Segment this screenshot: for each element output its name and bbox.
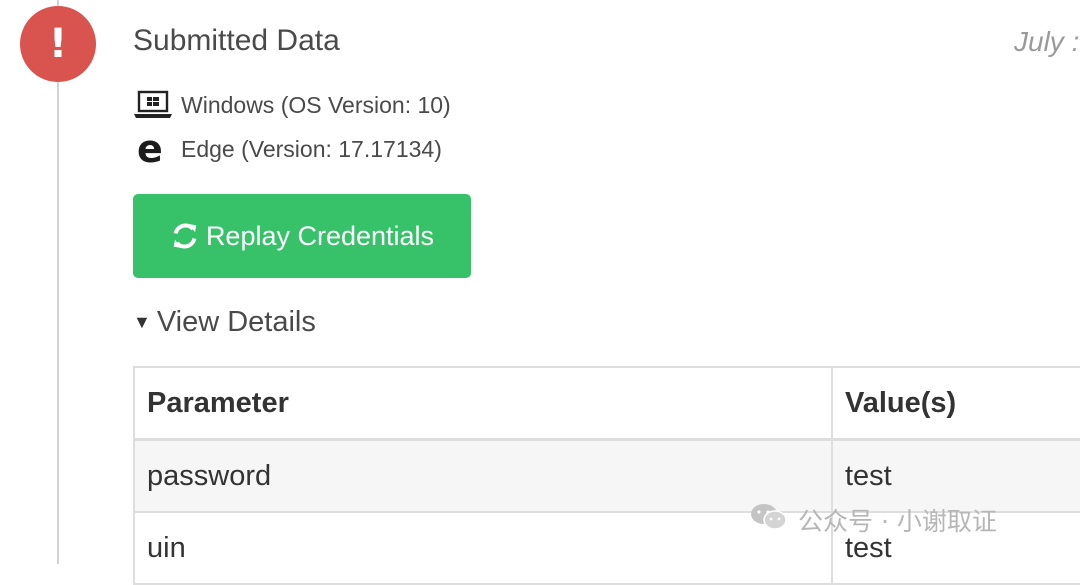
alert-badge: ! [20,6,96,82]
event-date: July : [1014,26,1080,57]
table-header-row: Parameter Value(s) [133,366,1080,441]
replay-credentials-button[interactable]: Replay Credentials [133,194,471,278]
view-details-label: View Details [156,306,316,338]
wechat-icon [750,502,788,538]
refresh-icon [170,221,200,251]
column-header-parameter: Parameter [133,366,833,441]
column-header-values: Value(s) [831,366,1080,441]
edge-browser-icon: e [137,127,163,171]
os-info: Windows (OS Version: 10) [133,89,451,121]
laptop-windows-icon [133,89,175,121]
timeline-line [57,0,59,564]
watermark-text: 公众号 · 小谢取证 [798,507,997,536]
event-title: Submitted Data [133,24,340,57]
parameters-table: Parameter Value(s) password test uin tes… [133,366,1080,585]
os-label: Windows (OS Version: 10) [181,91,451,118]
parameter-cell: uin [133,511,833,585]
replay-credentials-label: Replay Credentials [205,220,435,251]
parameter-cell: password [133,438,833,513]
view-details-toggle[interactable]: ▼ View Details [133,306,316,339]
exclamation-icon: ! [48,21,68,67]
browser-label: Edge (Version: 17.17134) [181,135,442,162]
caret-down-icon: ▼ [133,312,151,332]
watermark: 公众号 · 小谢取证 [750,502,997,538]
browser-info: e Edge (Version: 17.17134) [133,127,442,171]
